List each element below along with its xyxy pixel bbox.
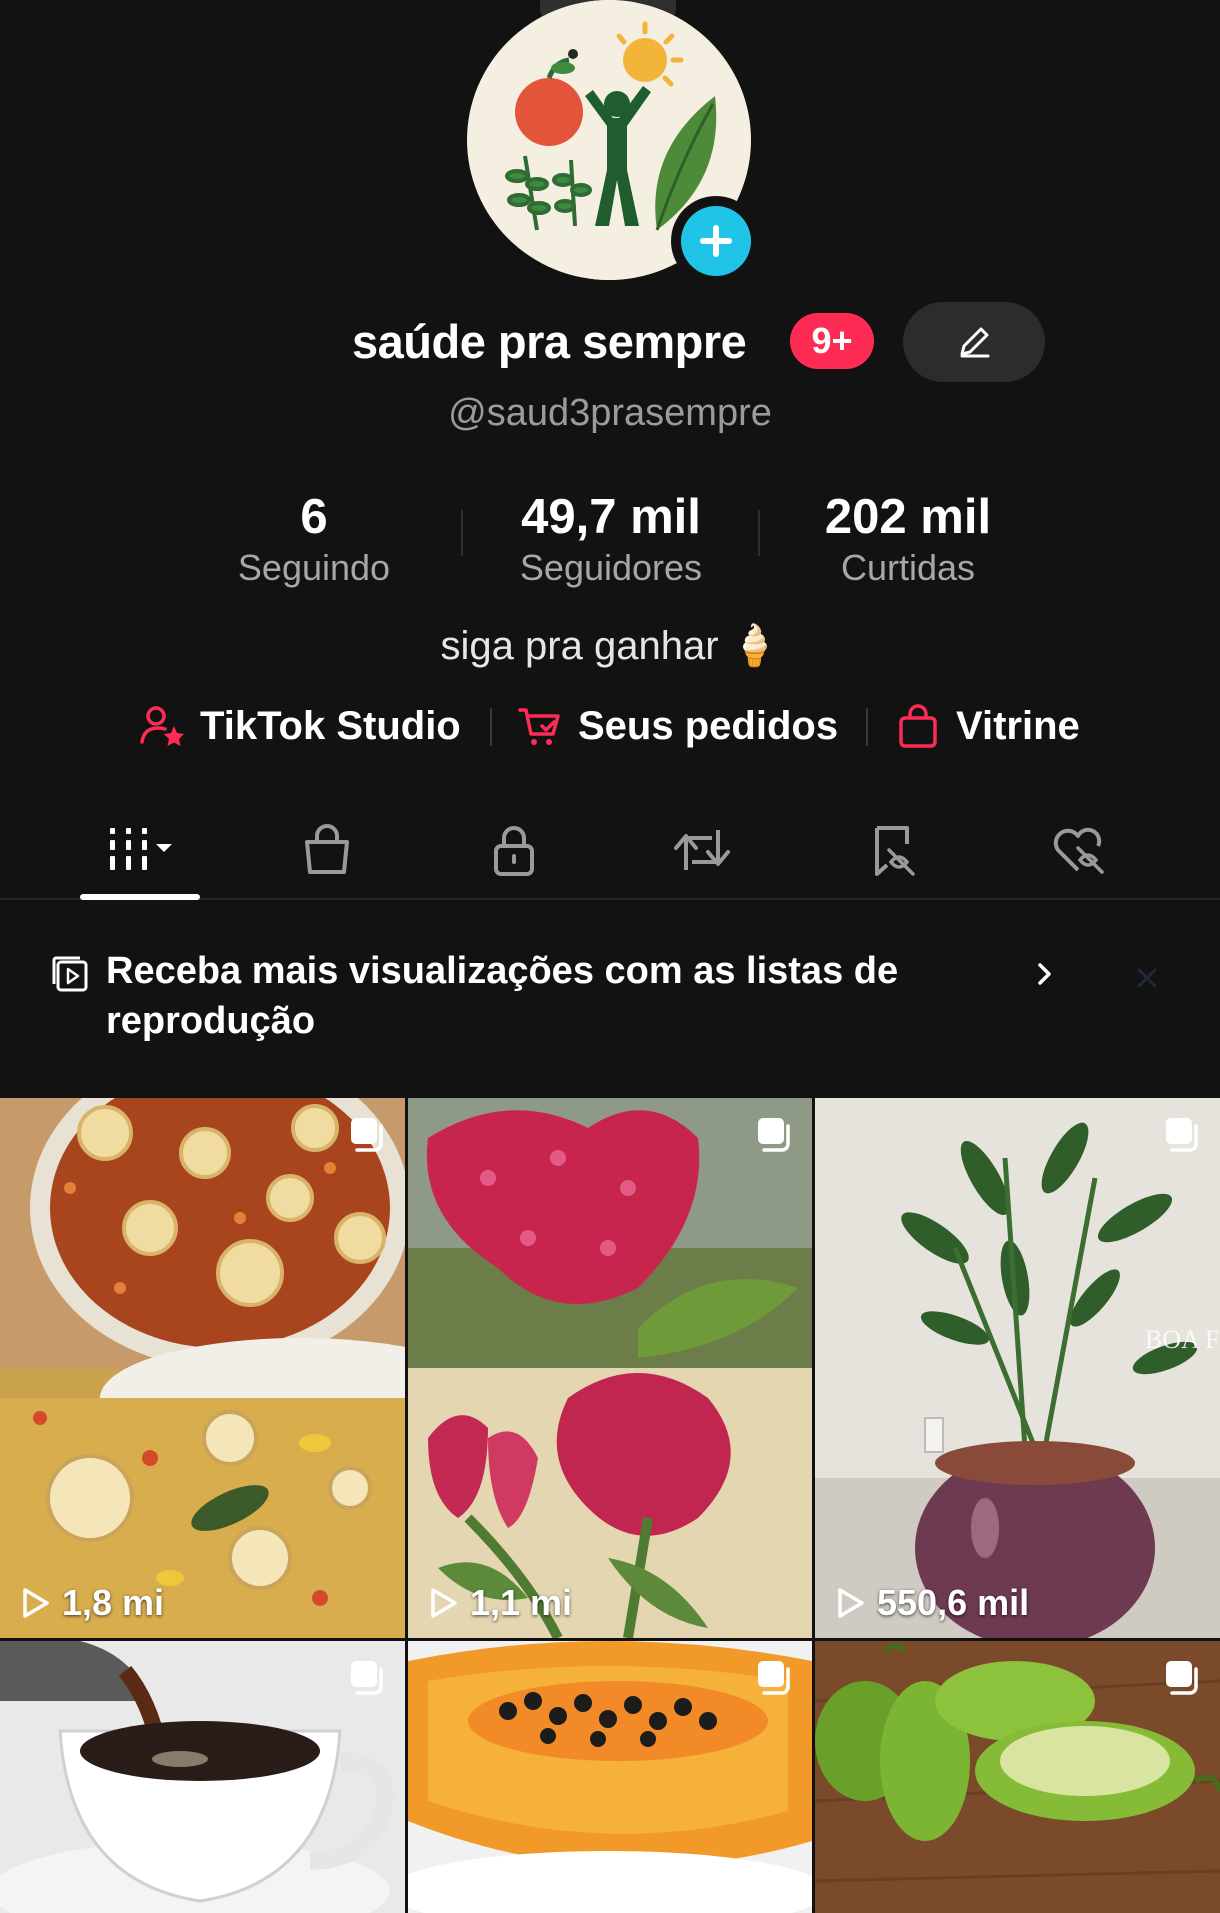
view-count: 1,1 mi	[426, 1582, 572, 1624]
user-star-icon	[140, 706, 184, 746]
lock-icon	[494, 826, 534, 876]
coffee-image	[0, 1641, 405, 1913]
video-thumbnail[interactable]	[408, 1641, 812, 1913]
view-count: 1,8 mi	[18, 1582, 164, 1624]
heart-hidden-icon	[1053, 827, 1104, 874]
tab-favorites[interactable]	[828, 800, 958, 900]
multi-image-icon	[1166, 1661, 1198, 1695]
green-fruit-image	[815, 1641, 1220, 1913]
tab-private[interactable]	[449, 800, 579, 900]
playlist-icon	[52, 956, 88, 992]
display-name: saúde pra sempre	[352, 315, 747, 368]
orders-link[interactable]: Seus pedidos	[516, 694, 838, 758]
tab-videos-grid[interactable]	[76, 800, 206, 900]
close-icon[interactable]	[1135, 966, 1159, 990]
stat-label: Curtidas	[840, 547, 976, 588]
pencil-icon	[960, 327, 990, 358]
multi-image-icon	[351, 1118, 383, 1152]
plus-icon	[700, 225, 732, 257]
play-icon	[431, 1588, 457, 1618]
view-count-text: 1,1 mi	[470, 1582, 573, 1623]
cart-icon	[518, 708, 560, 745]
links-row: TikTok Studio Seus pedidos Vitrine	[0, 694, 1220, 758]
multi-image-icon	[351, 1661, 383, 1695]
multi-image-icon	[1166, 1118, 1198, 1152]
view-count-text: 1,8 mi	[62, 1582, 165, 1623]
bag-icon	[305, 824, 349, 874]
stat-value: 6	[300, 490, 328, 544]
multi-image-icon	[758, 1118, 790, 1152]
stat-following[interactable]: 6 Seguindo	[164, 488, 464, 590]
video-thumbnail[interactable]	[0, 1641, 405, 1913]
link-label: TikTok Studio	[200, 703, 461, 748]
link-label: Seus pedidos	[578, 703, 839, 748]
video-thumbnail[interactable]	[815, 1641, 1220, 1913]
stat-value: 49,7 mil	[521, 490, 701, 544]
content-tabs	[0, 800, 1220, 900]
bio: siga pra ganhar 🍦	[440, 624, 780, 668]
play-icon	[23, 1588, 49, 1618]
link-divider	[866, 708, 868, 746]
active-tab-indicator	[80, 894, 200, 900]
bookmark-hidden-icon	[875, 826, 915, 876]
profile-page: saúde pra sempre 9+ @saud3prasempre 6 Se…	[0, 0, 1220, 1913]
video-thumbnail[interactable]: 1,8 mi	[0, 1098, 405, 1638]
playlist-banner[interactable]: Receba mais visualizações com as listas …	[0, 918, 1220, 1098]
video-thumbnail[interactable]: 1,1 mi	[408, 1098, 812, 1638]
stat-likes[interactable]: 202 mil Curtidas	[758, 488, 1058, 590]
plant-image: BOA FLOR	[815, 1098, 1220, 1638]
stat-followers[interactable]: 49,7 mil Seguidores	[461, 488, 761, 590]
stats-row: 6 Seguindo 49,7 mil Seguidores 202 mil C…	[0, 488, 1220, 598]
tab-liked[interactable]	[1015, 800, 1145, 900]
stat-value: 202 mil	[824, 490, 992, 544]
tab-reposts[interactable]	[637, 800, 767, 900]
tiktok-studio-link[interactable]: TikTok Studio	[138, 694, 461, 758]
notification-badge[interactable]: 9+	[790, 313, 874, 369]
repost-icon	[674, 830, 730, 870]
view-count: 550,6 mil	[833, 1582, 1029, 1624]
stat-label: Seguindo	[237, 547, 391, 588]
watermark-logo-icon: BOA FLOR	[1145, 1325, 1220, 1354]
name-row: saúde pra sempre 9+	[0, 296, 1220, 386]
shopping-bag-icon	[899, 704, 937, 748]
link-divider	[490, 708, 492, 746]
stew-image	[0, 1098, 405, 1638]
showcase-link[interactable]: Vitrine	[894, 694, 1080, 758]
tab-shop[interactable]	[262, 800, 392, 900]
chevron-right-icon[interactable]	[1030, 960, 1058, 988]
view-count-text: 550,6 mil	[877, 1582, 1030, 1623]
link-label: Vitrine	[956, 703, 1080, 748]
papaya-image	[408, 1641, 812, 1913]
stat-label: Seguidores	[519, 547, 703, 588]
grid-icon	[110, 828, 172, 870]
edit-profile-button[interactable]	[903, 302, 1045, 382]
banner-text: Receba mais visualizações com as listas …	[106, 950, 899, 1042]
username-handle: @saud3prasempre	[448, 392, 772, 434]
play-icon	[838, 1588, 864, 1618]
flower-image	[408, 1098, 812, 1638]
video-thumbnail[interactable]: BOA FLOR 550,6 mil	[815, 1098, 1220, 1638]
add-story-button[interactable]	[671, 196, 761, 286]
video-grid: 1,8 mi 1,1 mi BOA F 550,6 mil	[0, 1098, 1220, 1913]
multi-image-icon	[758, 1661, 790, 1695]
